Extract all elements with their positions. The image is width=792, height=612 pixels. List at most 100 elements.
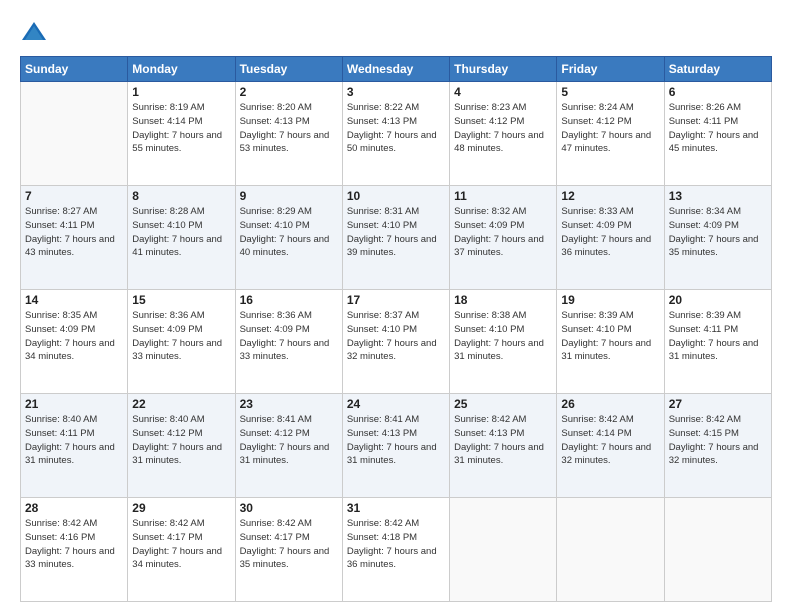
day-number: 3 bbox=[347, 85, 445, 99]
calendar-cell: 10 Sunrise: 8:31 AMSunset: 4:10 PMDayligh… bbox=[342, 186, 449, 290]
day-info: Sunrise: 8:40 AMSunset: 4:12 PMDaylight:… bbox=[132, 413, 230, 468]
weekday-header: Tuesday bbox=[235, 57, 342, 82]
day-number: 1 bbox=[132, 85, 230, 99]
day-info: Sunrise: 8:42 AMSunset: 4:13 PMDaylight:… bbox=[454, 413, 552, 468]
calendar-cell: 19 Sunrise: 8:39 AMSunset: 4:10 PMDayligh… bbox=[557, 290, 664, 394]
day-info: Sunrise: 8:42 AMSunset: 4:16 PMDaylight:… bbox=[25, 517, 123, 572]
calendar: SundayMondayTuesdayWednesdayThursdayFrid… bbox=[20, 56, 772, 602]
calendar-cell: 13 Sunrise: 8:34 AMSunset: 4:09 PMDayligh… bbox=[664, 186, 771, 290]
day-number: 13 bbox=[669, 189, 767, 203]
day-number: 12 bbox=[561, 189, 659, 203]
calendar-cell: 17 Sunrise: 8:37 AMSunset: 4:10 PMDayligh… bbox=[342, 290, 449, 394]
page: SundayMondayTuesdayWednesdayThursdayFrid… bbox=[0, 0, 792, 612]
day-number: 25 bbox=[454, 397, 552, 411]
day-number: 18 bbox=[454, 293, 552, 307]
weekday-header: Monday bbox=[128, 57, 235, 82]
day-info: Sunrise: 8:28 AMSunset: 4:10 PMDaylight:… bbox=[132, 205, 230, 260]
calendar-cell: 4 Sunrise: 8:23 AMSunset: 4:12 PMDaylight… bbox=[450, 82, 557, 186]
calendar-cell: 1Sunrise: 8:19 AMSunset: 4:14 PMDaylight… bbox=[128, 82, 235, 186]
day-info: Sunrise: 8:42 AMSunset: 4:17 PMDaylight:… bbox=[132, 517, 230, 572]
calendar-cell: 29 Sunrise: 8:42 AMSunset: 4:17 PMDayligh… bbox=[128, 498, 235, 602]
weekday-header: Wednesday bbox=[342, 57, 449, 82]
day-number: 21 bbox=[25, 397, 123, 411]
calendar-cell: 26 Sunrise: 8:42 AMSunset: 4:14 PMDayligh… bbox=[557, 394, 664, 498]
day-info: Sunrise: 8:41 AMSunset: 4:12 PMDaylight:… bbox=[240, 413, 338, 468]
calendar-cell: 8 Sunrise: 8:28 AMSunset: 4:10 PMDaylight… bbox=[128, 186, 235, 290]
day-number: 31 bbox=[347, 501, 445, 515]
day-number: 9 bbox=[240, 189, 338, 203]
calendar-week-row: 7Sunrise: 8:27 AMSunset: 4:11 PMDaylight… bbox=[21, 186, 772, 290]
day-info: Sunrise: 8:39 AMSunset: 4:10 PMDaylight:… bbox=[561, 309, 659, 364]
day-info: Sunrise: 8:42 AMSunset: 4:15 PMDaylight:… bbox=[669, 413, 767, 468]
day-number: 14 bbox=[25, 293, 123, 307]
calendar-cell: 14 Sunrise: 8:35 AMSunset: 4:09 PMDayligh… bbox=[21, 290, 128, 394]
day-number: 26 bbox=[561, 397, 659, 411]
day-info: Sunrise: 8:37 AMSunset: 4:10 PMDaylight:… bbox=[347, 309, 445, 364]
calendar-cell: 16 Sunrise: 8:36 AMSunset: 4:09 PMDayligh… bbox=[235, 290, 342, 394]
day-info: Sunrise: 8:33 AMSunset: 4:09 PMDaylight:… bbox=[561, 205, 659, 260]
calendar-week-row: 21 Sunrise: 8:40 AMSunset: 4:11 PMDayligh… bbox=[21, 394, 772, 498]
day-info: Sunrise: 8:35 AMSunset: 4:09 PMDaylight:… bbox=[25, 309, 123, 364]
day-number: 19 bbox=[561, 293, 659, 307]
calendar-cell bbox=[21, 82, 128, 186]
calendar-cell: 25 Sunrise: 8:42 AMSunset: 4:13 PMDayligh… bbox=[450, 394, 557, 498]
day-number: 29 bbox=[132, 501, 230, 515]
day-info: Sunrise: 8:24 AMSunset: 4:12 PMDaylight:… bbox=[561, 101, 659, 156]
calendar-cell: 12 Sunrise: 8:33 AMSunset: 4:09 PMDayligh… bbox=[557, 186, 664, 290]
day-info: Sunrise: 8:27 AMSunset: 4:11 PMDaylight:… bbox=[25, 205, 123, 260]
logo-icon bbox=[20, 18, 48, 46]
day-number: 23 bbox=[240, 397, 338, 411]
day-number: 8 bbox=[132, 189, 230, 203]
calendar-cell: 7Sunrise: 8:27 AMSunset: 4:11 PMDaylight… bbox=[21, 186, 128, 290]
calendar-body: 1Sunrise: 8:19 AMSunset: 4:14 PMDaylight… bbox=[21, 82, 772, 602]
weekday-row: SundayMondayTuesdayWednesdayThursdayFrid… bbox=[21, 57, 772, 82]
weekday-header: Thursday bbox=[450, 57, 557, 82]
day-info: Sunrise: 8:23 AMSunset: 4:12 PMDaylight:… bbox=[454, 101, 552, 156]
day-info: Sunrise: 8:38 AMSunset: 4:10 PMDaylight:… bbox=[454, 309, 552, 364]
day-info: Sunrise: 8:31 AMSunset: 4:10 PMDaylight:… bbox=[347, 205, 445, 260]
logo bbox=[20, 18, 52, 46]
calendar-cell: 24 Sunrise: 8:41 AMSunset: 4:13 PMDayligh… bbox=[342, 394, 449, 498]
day-number: 6 bbox=[669, 85, 767, 99]
calendar-cell: 23 Sunrise: 8:41 AMSunset: 4:12 PMDayligh… bbox=[235, 394, 342, 498]
day-info: Sunrise: 8:29 AMSunset: 4:10 PMDaylight:… bbox=[240, 205, 338, 260]
calendar-cell: 31 Sunrise: 8:42 AMSunset: 4:18 PMDayligh… bbox=[342, 498, 449, 602]
day-info: Sunrise: 8:26 AMSunset: 4:11 PMDaylight:… bbox=[669, 101, 767, 156]
day-number: 2 bbox=[240, 85, 338, 99]
calendar-header: SundayMondayTuesdayWednesdayThursdayFrid… bbox=[21, 57, 772, 82]
day-number: 27 bbox=[669, 397, 767, 411]
calendar-cell: 30Sunrise: 8:42 AMSunset: 4:17 PMDayligh… bbox=[235, 498, 342, 602]
day-info: Sunrise: 8:41 AMSunset: 4:13 PMDaylight:… bbox=[347, 413, 445, 468]
calendar-cell: 21 Sunrise: 8:40 AMSunset: 4:11 PMDayligh… bbox=[21, 394, 128, 498]
calendar-cell: 18 Sunrise: 8:38 AMSunset: 4:10 PMDayligh… bbox=[450, 290, 557, 394]
calendar-cell: 11Sunrise: 8:32 AMSunset: 4:09 PMDayligh… bbox=[450, 186, 557, 290]
calendar-cell bbox=[557, 498, 664, 602]
day-info: Sunrise: 8:40 AMSunset: 4:11 PMDaylight:… bbox=[25, 413, 123, 468]
calendar-cell: 9 Sunrise: 8:29 AMSunset: 4:10 PMDaylight… bbox=[235, 186, 342, 290]
day-info: Sunrise: 8:22 AMSunset: 4:13 PMDaylight:… bbox=[347, 101, 445, 156]
calendar-cell: 2Sunrise: 8:20 AMSunset: 4:13 PMDaylight… bbox=[235, 82, 342, 186]
calendar-cell: 22 Sunrise: 8:40 AMSunset: 4:12 PMDayligh… bbox=[128, 394, 235, 498]
calendar-cell: 20Sunrise: 8:39 AMSunset: 4:11 PMDayligh… bbox=[664, 290, 771, 394]
header bbox=[20, 18, 772, 46]
calendar-cell: 3 Sunrise: 8:22 AMSunset: 4:13 PMDaylight… bbox=[342, 82, 449, 186]
day-info: Sunrise: 8:34 AMSunset: 4:09 PMDaylight:… bbox=[669, 205, 767, 260]
day-info: Sunrise: 8:36 AMSunset: 4:09 PMDaylight:… bbox=[240, 309, 338, 364]
weekday-header: Sunday bbox=[21, 57, 128, 82]
weekday-header: Friday bbox=[557, 57, 664, 82]
calendar-cell bbox=[450, 498, 557, 602]
day-number: 10 bbox=[347, 189, 445, 203]
day-number: 4 bbox=[454, 85, 552, 99]
day-info: Sunrise: 8:42 AMSunset: 4:18 PMDaylight:… bbox=[347, 517, 445, 572]
calendar-cell bbox=[664, 498, 771, 602]
calendar-week-row: 28Sunrise: 8:42 AMSunset: 4:16 PMDayligh… bbox=[21, 498, 772, 602]
calendar-cell: 15Sunrise: 8:36 AMSunset: 4:09 PMDayligh… bbox=[128, 290, 235, 394]
day-number: 24 bbox=[347, 397, 445, 411]
day-info: Sunrise: 8:32 AMSunset: 4:09 PMDaylight:… bbox=[454, 205, 552, 260]
calendar-cell: 5Sunrise: 8:24 AMSunset: 4:12 PMDaylight… bbox=[557, 82, 664, 186]
day-number: 16 bbox=[240, 293, 338, 307]
day-info: Sunrise: 8:42 AMSunset: 4:14 PMDaylight:… bbox=[561, 413, 659, 468]
day-number: 17 bbox=[347, 293, 445, 307]
day-number: 22 bbox=[132, 397, 230, 411]
day-number: 15 bbox=[132, 293, 230, 307]
